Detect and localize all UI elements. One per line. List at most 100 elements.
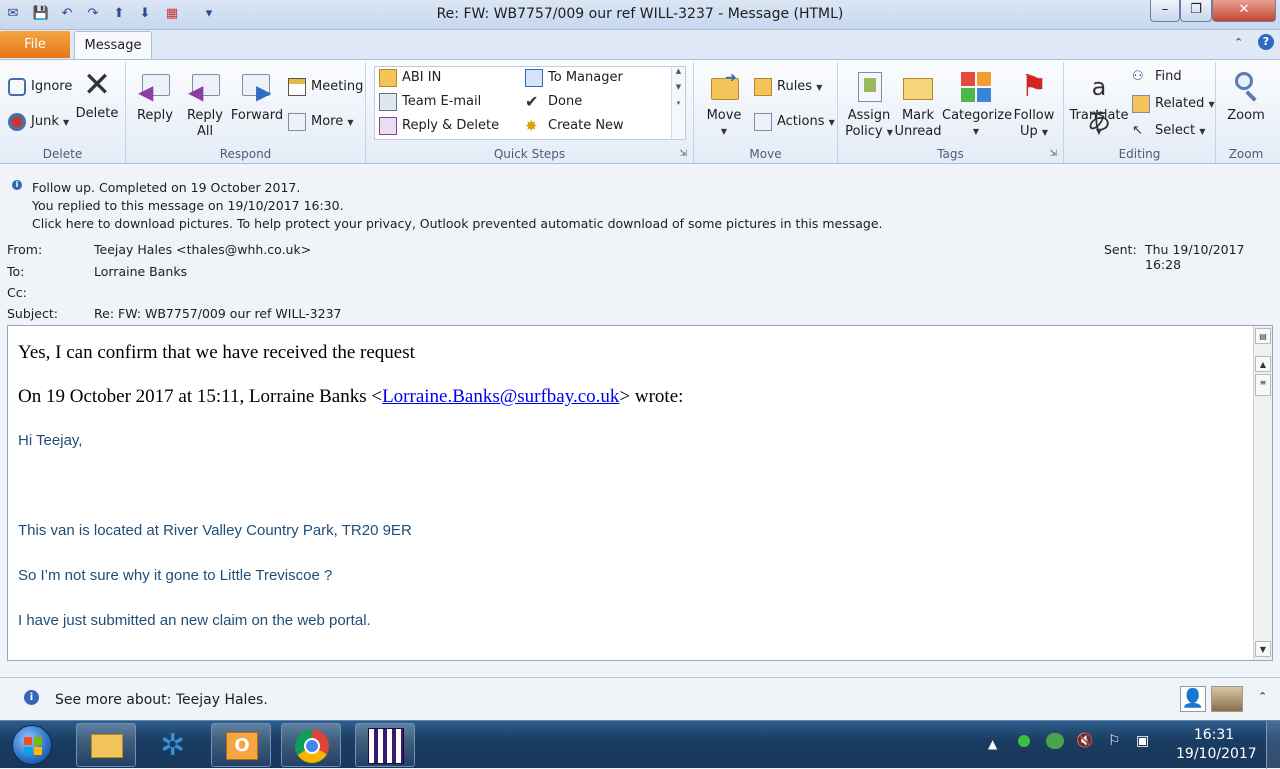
- scroll-up-button[interactable]: ▲: [1255, 356, 1271, 372]
- minimize-button[interactable]: –: [1150, 0, 1180, 22]
- volume-muted-icon[interactable]: 🔇: [1076, 733, 1093, 749]
- to-manager-icon: [525, 68, 543, 87]
- info-circle-icon: i: [24, 690, 39, 705]
- body-paragraph-2: So I’m not sure why it gone to Little Tr…: [18, 567, 333, 584]
- delete-button[interactable]: ✕ Delete: [74, 68, 120, 122]
- quick-step-team-email[interactable]: Team E-mail: [379, 91, 481, 113]
- replied-status: You replied to this message on 19/10/201…: [32, 198, 344, 213]
- download-pictures-notice[interactable]: Click here to download pictures. To help…: [32, 216, 882, 231]
- binoculars-icon: ⚇: [1132, 68, 1144, 84]
- junk-button[interactable]: Junk ▼: [8, 111, 69, 133]
- reply-icon: ◀: [138, 70, 172, 104]
- grid-app-icon: [368, 728, 404, 764]
- people-pane-text[interactable]: See more about: Teejay Hales.: [55, 692, 268, 708]
- body-paragraph-1: This van is located at River Valley Coun…: [18, 522, 412, 539]
- categorize-button[interactable]: Categorize ▼: [942, 70, 1012, 140]
- respond-group-label: Respond: [219, 147, 272, 161]
- ignore-button[interactable]: Ignore: [8, 76, 72, 98]
- translate-icon: aあ: [1087, 73, 1111, 135]
- network-globe-icon[interactable]: [1046, 733, 1064, 749]
- tab-message[interactable]: Message: [74, 31, 152, 60]
- taskbar-chrome[interactable]: [281, 723, 341, 767]
- quick-step-abi-in[interactable]: ABI IN: [379, 67, 441, 89]
- zoom-button[interactable]: Zoom: [1222, 70, 1270, 124]
- from-value[interactable]: Teejay Hales <thales@whh.co.uk>: [94, 242, 311, 257]
- contact-photo[interactable]: [1211, 686, 1243, 712]
- person-placeholder-icon[interactable]: 👤: [1180, 686, 1206, 712]
- clock-time: 16:31: [1193, 727, 1235, 743]
- related-icon: [1132, 94, 1150, 113]
- meeting-button[interactable]: Meeting: [288, 76, 363, 98]
- related-button[interactable]: Related ▼: [1132, 93, 1215, 115]
- green-status-icon[interactable]: [1018, 735, 1030, 747]
- reply-all-button[interactable]: ◀ Reply All: [182, 70, 228, 140]
- translate-button[interactable]: aあ Translate ▼: [1068, 70, 1130, 140]
- move-button[interactable]: ➜ Move ▼: [702, 70, 746, 140]
- actions-button[interactable]: Actions ▼: [754, 111, 835, 133]
- info-icon: i: [12, 180, 22, 190]
- quote-email-link[interactable]: Lorraine.Banks@surfbay.co.uk: [382, 386, 619, 407]
- split-view-icon[interactable]: ▤: [1255, 328, 1271, 344]
- taskbar-jira[interactable]: ✲: [145, 723, 205, 767]
- quote-prefix: On 19 October 2017 at 15:11, Lorraine Ba…: [18, 386, 383, 407]
- move-group-label: Move: [749, 147, 782, 161]
- more-respond-button[interactable]: More ▼: [288, 111, 354, 133]
- minimize-ribbon-icon[interactable]: ⌃: [1234, 36, 1243, 49]
- red-flag-icon: ⚑: [1020, 69, 1048, 104]
- clock[interactable]: 16:31 19/10/2017: [1176, 727, 1257, 762]
- mark-unread-button[interactable]: Mark Unread: [894, 70, 942, 140]
- outlook-icon: O: [226, 732, 258, 760]
- tab-file[interactable]: File: [0, 31, 70, 58]
- rules-icon: [754, 77, 772, 96]
- subject-label: Subject:: [7, 306, 58, 321]
- taskbar-explorer[interactable]: [76, 723, 136, 767]
- info-bar[interactable]: i Follow up. Completed on 19 October 201…: [0, 165, 1280, 235]
- quick-step-create-new[interactable]: ✸ Create New: [525, 115, 624, 137]
- sent-value: Thu 19/10/2017 16:28: [1145, 242, 1245, 272]
- message-body[interactable]: Yes, I can confirm that we have received…: [7, 325, 1273, 661]
- tags-group: Assign Policy ▼ Mark Unread Categorize ▼…: [838, 62, 1064, 163]
- tags-launcher-icon[interactable]: ⇲: [1049, 149, 1057, 159]
- start-button[interactable]: [12, 725, 52, 765]
- action-center-flag-icon[interactable]: ⚐: [1108, 733, 1121, 749]
- reply-button[interactable]: ◀ Reply: [134, 70, 176, 124]
- taskbar-outlook[interactable]: O: [211, 723, 271, 767]
- meeting-icon: [288, 77, 306, 96]
- quick-step-to-manager[interactable]: To Manager: [525, 67, 623, 89]
- forward-button[interactable]: ▶ Forward: [230, 70, 284, 124]
- show-hidden-icons[interactable]: ▲: [988, 737, 997, 751]
- follow-up-button[interactable]: ⚑ Follow Up ▼: [1010, 70, 1058, 141]
- show-desktop-button[interactable]: [1266, 721, 1280, 769]
- quick-steps-scroll[interactable]: ▲ ▼ ▾: [671, 67, 685, 139]
- rules-button[interactable]: Rules ▼: [754, 76, 822, 98]
- scroll-thumb[interactable]: ≡: [1255, 374, 1271, 396]
- delete-group-label: Delete: [42, 147, 83, 161]
- zoom-group: Zoom Zoom: [1216, 62, 1276, 163]
- quick-steps-gallery: ABI IN Team E-mail Reply & Delete To Man…: [374, 66, 686, 140]
- folder-move-icon: [379, 68, 397, 87]
- assign-policy-button[interactable]: Assign Policy ▼: [842, 70, 896, 141]
- help-icon[interactable]: ?: [1258, 34, 1274, 50]
- reply-delete-icon: [379, 116, 397, 135]
- delete-x-icon: ✕: [82, 65, 112, 105]
- quick-step-done[interactable]: ✔ Done: [525, 91, 582, 113]
- actions-icon: [754, 112, 772, 131]
- taskbar-app-grid[interactable]: [355, 723, 415, 767]
- find-button[interactable]: ⚇ Find: [1132, 66, 1182, 88]
- close-button[interactable]: ✕: [1212, 0, 1276, 22]
- ignore-icon: [8, 77, 26, 96]
- to-value[interactable]: Lorraine Banks: [94, 264, 187, 279]
- select-button[interactable]: ↖ Select ▼: [1132, 120, 1205, 142]
- expand-people-pane-icon[interactable]: ⌃: [1258, 690, 1267, 703]
- tags-group-label: Tags: [937, 147, 964, 161]
- scroll-down-button[interactable]: ▼: [1255, 641, 1271, 657]
- network-icon[interactable]: ▣: [1136, 733, 1149, 749]
- vertical-scrollbar[interactable]: ▤ ▲ ≡ ▼: [1253, 326, 1272, 660]
- maximize-button[interactable]: ❐: [1180, 0, 1212, 22]
- forward-icon: ▶: [240, 70, 274, 104]
- quick-step-reply-delete[interactable]: Reply & Delete: [379, 115, 499, 137]
- ribbon: Ignore Junk ▼ ✕ Delete Delete ◀ Reply ◀ …: [0, 59, 1280, 164]
- ribbon-tab-row: File Message ⌃ ?: [0, 30, 1280, 60]
- from-label: From:: [7, 242, 43, 257]
- quick-steps-launcher-icon[interactable]: ⇲: [679, 149, 687, 159]
